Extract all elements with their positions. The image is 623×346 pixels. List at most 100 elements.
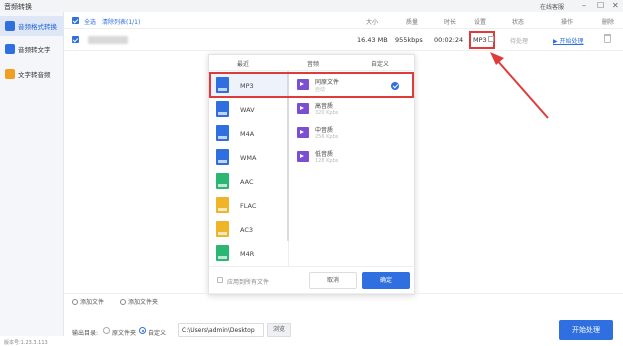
add-file-label: 添加文件 [80,299,105,306]
wav-file-icon [216,101,229,117]
apply-all-label[interactable]: 应用到所有文件 [227,277,269,286]
wma-file-icon [216,149,229,165]
arrow-line [495,58,549,119]
format-item-m4r[interactable]: M4R [209,242,287,266]
folder-plus-icon [120,299,126,305]
trash-icon[interactable] [604,34,611,43]
add-toolbar: 添加文件 添加文件夹 [64,293,623,307]
sidebar-item-label: 音频格式转换 [18,23,57,31]
quality-name: 中音质 [315,127,334,134]
table-row[interactable]: 16.43 MB 955kbps 00:02:24 MP3 待处理 ▶ 开始处理 [64,29,623,51]
quality-bitrate: 256 Kpbs [315,134,339,140]
column-quality: 质量 [406,19,419,26]
table-header: 全选 清除列表(1/1) 大小 质量 时长 设置 状态 操作 删除 [64,12,623,29]
column-status: 状态 [512,19,525,26]
popup-footer: 应用到所有文件 取消 确定 [209,266,416,296]
flac-file-icon [216,197,229,213]
radio-custom-label[interactable]: 自定义 [148,328,166,337]
minimize-button[interactable]: – [582,0,586,11]
mp3-highlight-box [209,72,414,98]
sidebar-item-audio-to-text[interactable]: 音频转文字 [0,39,64,59]
cell-status: 待处理 [510,38,529,45]
output-dir-label: 输出目录: [72,330,99,337]
cell-duration: 00:02:24 [434,36,464,44]
online-help-link[interactable]: 在线客服 [540,2,564,11]
format-label: WMA [240,154,257,162]
version-label: 版本号:1.23.3.113 [4,340,48,346]
quality-name: 高音质 [315,103,334,110]
format-item-flac[interactable]: FLAC [209,194,287,218]
sidebar-item-label: 文字转音频 [18,71,51,79]
quality-item-low[interactable]: 低音质 128 Kpbs [297,149,407,171]
close-button[interactable]: ✕ [612,0,619,11]
column-operation: 操作 [561,19,574,26]
music-convert-icon [5,21,15,31]
sidebar: 音频格式转换 音频转文字 文字转音频 [0,12,64,336]
column-duration: 时长 [444,19,457,26]
select-all-label[interactable]: 全选 [84,17,96,26]
format-label: FLAC [240,202,257,210]
add-file-button[interactable]: 添加文件 [72,297,104,306]
output-path-input[interactable] [178,323,264,337]
output-bar: 输出目录: 原文件夹 自定义 浏览 开始处理 [64,318,623,344]
format-item-wav[interactable]: WAV [209,98,287,122]
clear-list-link[interactable]: 清除列表(1/1) [102,17,140,26]
sidebar-item-audio-format-convert[interactable]: 音频格式转换 [0,16,64,36]
add-folder-label: 添加文件夹 [128,299,159,306]
column-setting: 设置 [474,19,487,26]
cell-size: 16.43 MB [357,36,388,44]
format-list: MP3 WAV M4A WMA AAC FLAC AC3 M4R [209,71,289,266]
format-label: AAC [240,178,254,186]
start-process-link[interactable]: ▶ 开始处理 [553,36,584,45]
format-label: AC3 [240,226,254,234]
quality-name: 低音质 [315,151,334,158]
edit-icon[interactable] [488,36,494,42]
browse-button[interactable]: 浏览 [267,323,291,337]
select-all-checkbox[interactable] [72,17,79,24]
tab-recent[interactable]: 最近 [237,59,249,68]
aac-file-icon [216,173,229,189]
format-item-wma[interactable]: WMA [209,146,287,170]
format-label: M4R [240,250,255,258]
format-label: WAV [240,106,255,114]
ac3-file-icon [216,221,229,237]
start-process-button[interactable]: 开始处理 [559,320,613,340]
column-delete: 删除 [602,19,615,26]
audio-play-icon [297,127,309,138]
apply-all-checkbox[interactable] [217,277,223,283]
sidebar-item-text-to-audio[interactable]: 文字转音频 [0,64,64,84]
add-folder-button[interactable]: 添加文件夹 [120,297,158,306]
plus-icon [72,299,78,305]
row-checkbox[interactable] [72,36,79,43]
format-item-ac3[interactable]: AC3 [209,218,287,242]
radio-original-label[interactable]: 原文件夹 [112,328,136,337]
arrow-head [490,52,504,65]
file-name-blurred [88,36,128,44]
cancel-button[interactable]: 取消 [309,272,357,289]
confirm-button[interactable]: 确定 [362,272,410,289]
format-item-aac[interactable]: AAC [209,170,287,194]
quality-item-medium[interactable]: 中音质 256 Kpbs [297,125,407,147]
m4a-file-icon [216,125,229,141]
quality-item-high[interactable]: 高音质 320 Kpbs [297,101,407,123]
quality-bitrate: 128 Kpbs [315,158,339,164]
radio-custom-folder[interactable] [139,327,146,334]
tab-audio[interactable]: 音频 [307,59,319,68]
audio-text-icon [5,44,15,54]
quality-bitrate: 320 Kpbs [315,110,339,116]
radio-original-folder[interactable] [103,327,110,334]
audio-play-icon [297,103,309,114]
maximize-button[interactable]: ☐ [597,0,604,11]
text-audio-icon [5,69,15,79]
popup-tabs: 最近 音频 自定义 [209,55,416,71]
app-title: 音频转换 [4,3,32,11]
tab-custom[interactable]: 自定义 [371,59,389,68]
cell-quality: 955kbps [395,36,423,44]
m4r-file-icon [216,245,229,261]
audio-play-icon [297,151,309,162]
column-size: 大小 [366,19,379,26]
format-label: M4A [240,130,255,138]
cell-setting[interactable]: MP3 [473,36,487,44]
format-item-m4a[interactable]: M4A [209,122,287,146]
sidebar-item-label: 音频转文字 [18,46,51,54]
